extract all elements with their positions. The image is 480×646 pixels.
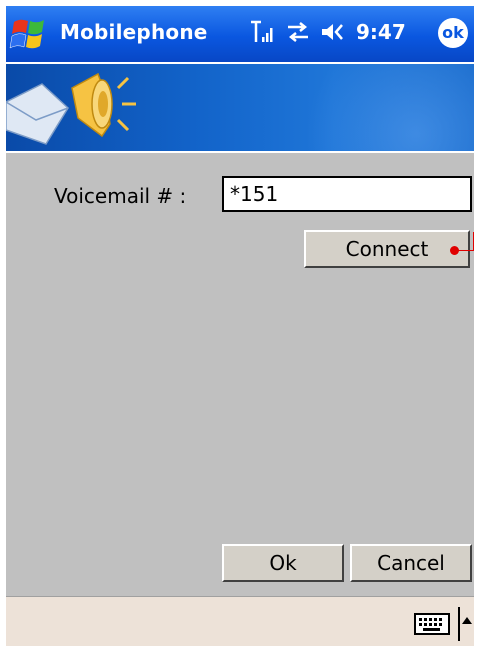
keyboard-icon[interactable] xyxy=(414,613,450,635)
banner-glow xyxy=(306,64,474,151)
connect-button[interactable]: Connect xyxy=(304,230,470,268)
voicemail-label: Voicemail # : xyxy=(54,184,187,208)
callout-marker-line xyxy=(458,250,474,251)
connectivity-icon[interactable] xyxy=(286,21,310,47)
windows-start-icon[interactable] xyxy=(8,14,52,56)
menu-bar xyxy=(6,596,474,646)
voicemail-number-input[interactable] xyxy=(222,176,472,212)
sip-up-arrow-icon[interactable] xyxy=(462,617,472,624)
ok-button[interactable]: Ok xyxy=(222,544,344,582)
app-title: Mobilephone xyxy=(60,20,208,44)
volume-icon[interactable] xyxy=(320,21,346,47)
device-screen: Mobilephone 9:47 ok Voicemail #: *151 C… xyxy=(6,6,474,646)
title-bar: Mobilephone 9:47 ok xyxy=(6,6,474,62)
voicemail-banner xyxy=(6,62,474,153)
ok-close-button[interactable]: ok xyxy=(438,18,468,48)
voicemail-speaker-icon xyxy=(6,72,136,145)
cancel-button[interactable]: Cancel xyxy=(350,544,472,582)
clock[interactable]: 9:47 xyxy=(356,20,406,44)
sip-separator xyxy=(458,607,460,641)
callout-marker-line xyxy=(473,232,474,251)
status-icons xyxy=(250,20,356,48)
signal-strength-icon[interactable] xyxy=(250,20,276,48)
